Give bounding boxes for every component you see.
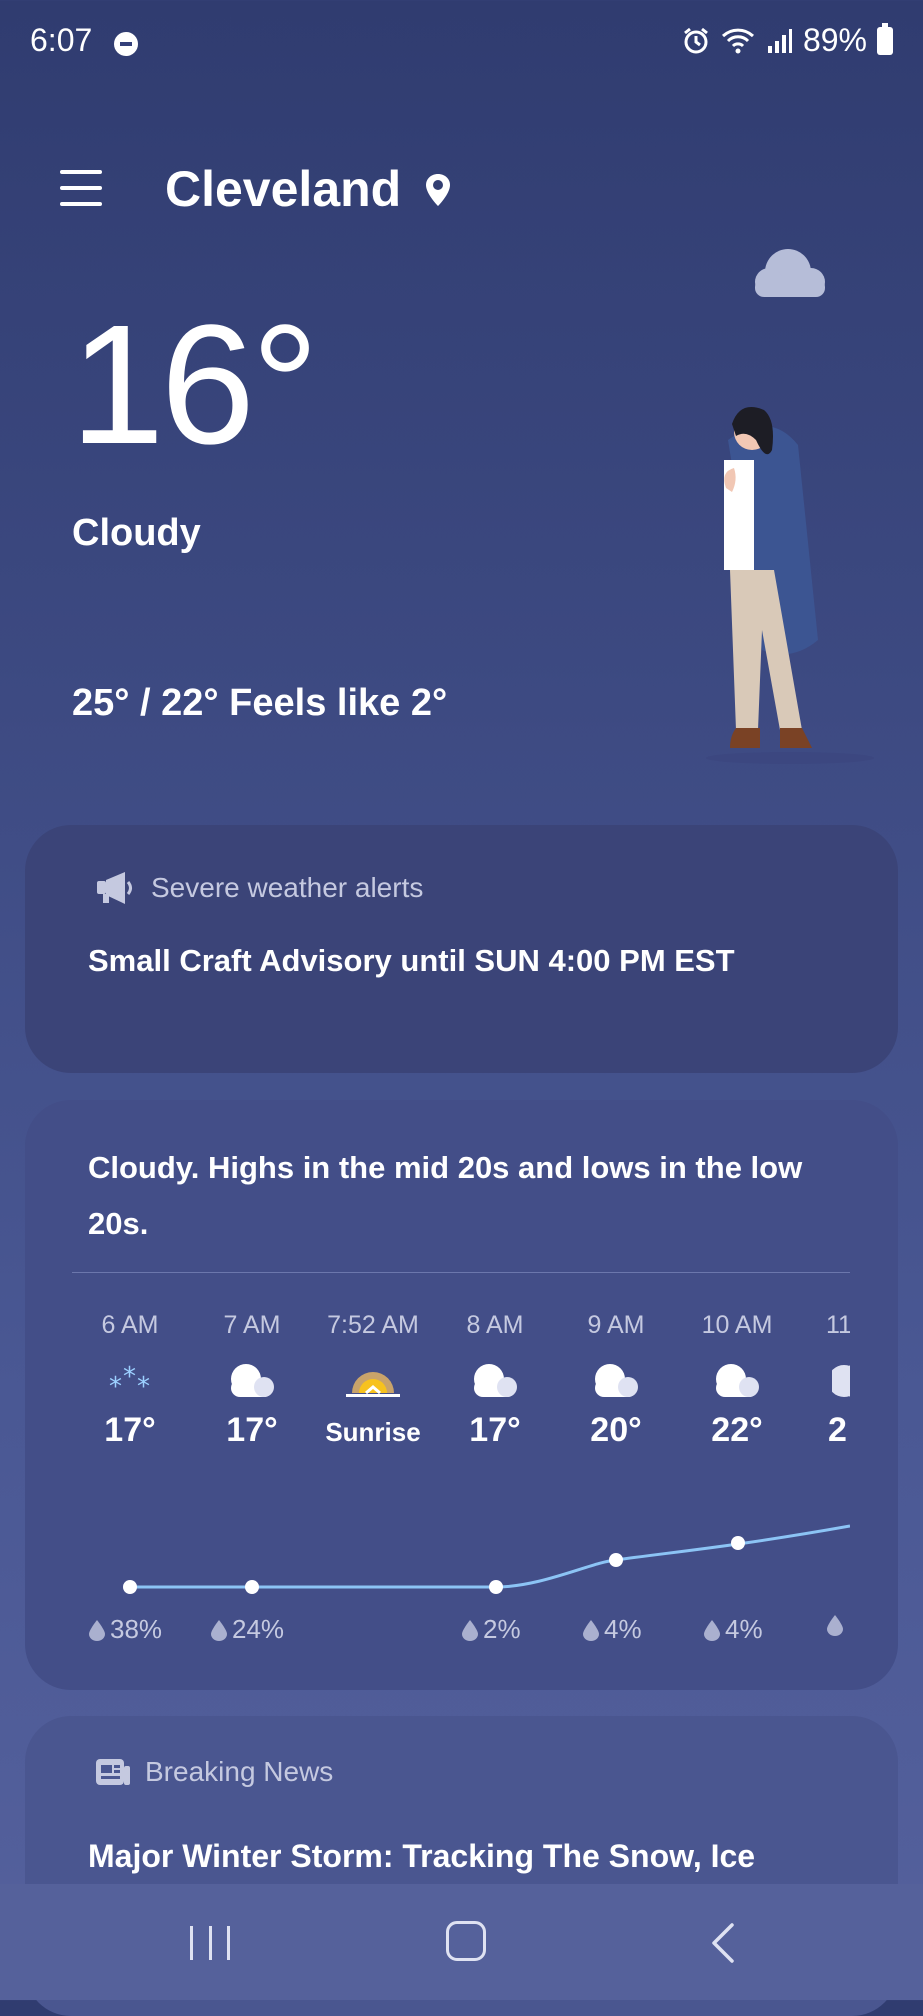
- trend-point: [245, 1580, 259, 1594]
- temperature-trend-line: [123, 1524, 850, 1594]
- location-pin-icon: [426, 174, 450, 206]
- wifi-icon: [721, 28, 754, 53]
- hour-temp: 2: [828, 1411, 847, 1449]
- svg-text:*: *: [109, 1372, 122, 1401]
- svg-text:*: *: [123, 1362, 136, 1392]
- precip-chance: 4%: [582, 1614, 642, 1645]
- hour-time: 11: [826, 1311, 850, 1339]
- status-time: 6:07: [30, 22, 93, 58]
- newspaper-icon: [96, 1759, 130, 1785]
- cloud-icon: [192, 1351, 312, 1411]
- hour-item[interactable]: 6 AM * * * 17°: [70, 1311, 190, 1461]
- signal-icon: [767, 28, 792, 53]
- hour-temp: 22°: [711, 1411, 763, 1449]
- hour-time: 7:52 AM: [327, 1311, 419, 1339]
- divider: [72, 1272, 850, 1273]
- megaphone-icon: [97, 872, 132, 904]
- trend-point: [123, 1580, 137, 1594]
- alert-text[interactable]: Small Craft Advisory until SUN 4:00 PM E…: [88, 943, 735, 979]
- hour-temp: 17°: [226, 1411, 278, 1449]
- forecast-summary: Cloudy. Highs in the mid 20s and lows in…: [88, 1150, 803, 1241]
- hour-item[interactable]: 8 AM 17°: [435, 1311, 555, 1461]
- news-header: Breaking News: [95, 1756, 333, 1788]
- hour-temp: 20°: [590, 1411, 642, 1449]
- cloud-icon: [677, 1351, 797, 1411]
- hour-item-partial[interactable]: 11 2: [798, 1311, 850, 1461]
- hour-time: 10 AM: [701, 1311, 773, 1339]
- trend-point: [731, 1536, 745, 1550]
- hour-item[interactable]: 7:52 AM Sunrise: [313, 1311, 433, 1467]
- precip-chance: 4%: [703, 1614, 763, 1645]
- raindrop-icon: [211, 1619, 227, 1641]
- recent-apps-button[interactable]: [190, 1926, 230, 1960]
- cloud-icon: [556, 1351, 676, 1411]
- hour-temp: 17°: [104, 1411, 156, 1449]
- cloud-icon: [798, 1351, 850, 1411]
- hour-time: 7 AM: [223, 1311, 281, 1339]
- hour-sunrise-label: Sunrise: [325, 1417, 421, 1447]
- hour-temp: 17°: [469, 1411, 521, 1449]
- battery-percent: 89%: [802, 22, 867, 58]
- precip-chance: 38%: [88, 1614, 162, 1645]
- cloud-icon: [435, 1351, 555, 1411]
- trend-point: [609, 1553, 623, 1567]
- status-right: 89%: [681, 22, 893, 59]
- alert-header: Severe weather alerts: [95, 870, 423, 906]
- snow-icon: * * *: [70, 1351, 190, 1411]
- menu-button[interactable]: [60, 170, 102, 210]
- raindrop-icon: [704, 1619, 720, 1641]
- raindrop-icon: [89, 1619, 105, 1641]
- battery-icon: [877, 22, 893, 55]
- news-header-label: Breaking News: [145, 1756, 334, 1787]
- hour-item[interactable]: 10 AM 22°: [677, 1311, 797, 1461]
- home-button[interactable]: [446, 1921, 486, 1961]
- hour-item[interactable]: 9 AM 20°: [556, 1311, 676, 1461]
- raindrop-icon: [827, 1615, 843, 1636]
- sunrise-icon: [313, 1351, 433, 1411]
- back-button[interactable]: [708, 1922, 738, 1964]
- precip-chance: 24%: [210, 1614, 284, 1645]
- svg-text:*: *: [137, 1372, 150, 1401]
- precip-chance: [826, 1614, 844, 1636]
- precip-chance: 2%: [461, 1614, 521, 1645]
- raindrop-icon: [583, 1619, 599, 1641]
- hour-item[interactable]: 7 AM 17°: [192, 1311, 312, 1461]
- cloud-icon: [755, 249, 825, 297]
- status-bar: 6:07 89%: [0, 0, 923, 90]
- trend-point: [489, 1580, 503, 1594]
- alert-header-label: Severe weather alerts: [151, 872, 424, 903]
- hi-lo-feels-like: 25° / 22° Feels like 2°: [72, 682, 448, 724]
- do-not-disturb-icon: [114, 32, 138, 56]
- hour-time: 8 AM: [466, 1311, 524, 1339]
- current-temperature: 16°: [70, 290, 319, 480]
- hour-time: 9 AM: [587, 1311, 645, 1339]
- raindrop-icon: [462, 1619, 478, 1641]
- current-condition: Cloudy: [72, 512, 201, 554]
- city-name[interactable]: Cleveland: [165, 160, 401, 218]
- weather-illustration: [706, 249, 874, 764]
- alarm-icon: [684, 27, 708, 53]
- hour-time: 6 AM: [101, 1311, 159, 1339]
